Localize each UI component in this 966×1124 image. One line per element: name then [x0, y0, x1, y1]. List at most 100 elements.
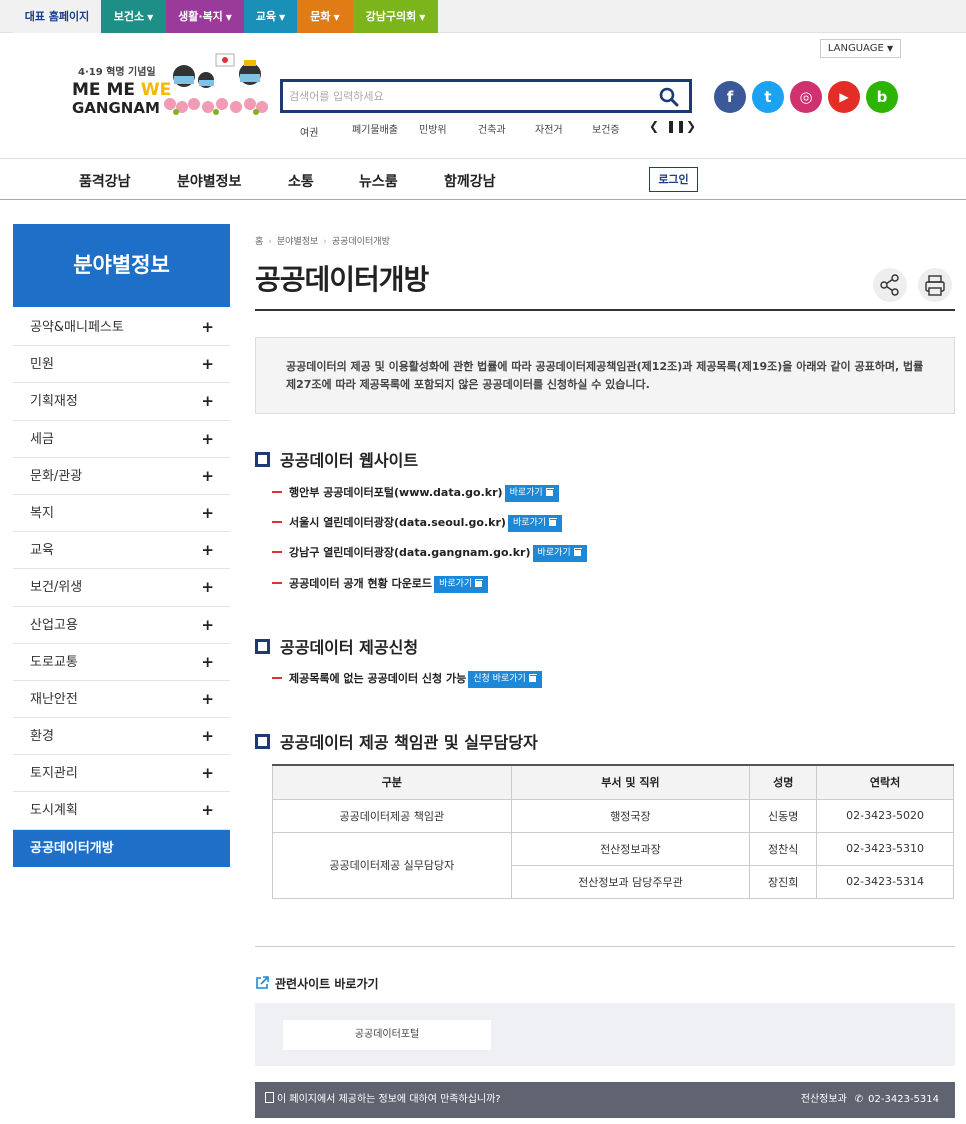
sidebar-item-urban-planning[interactable]: 도시계획 + — [13, 792, 230, 830]
youtube-icon[interactable]: ▶ — [828, 81, 860, 113]
sidebar-item-label: 도로교통 — [30, 654, 78, 670]
gnb-item-communication[interactable]: 소통 — [288, 171, 314, 191]
caret-down-icon: ▼ — [147, 13, 154, 22]
phone-icon: ✆ — [854, 1094, 864, 1105]
sidebar-item-label: 문화/관광 — [30, 468, 83, 484]
breadcrumb-current: 공공데이터개방 — [331, 237, 390, 247]
table-header-row: 구분 부서 및 직위 성명 연락처 — [272, 764, 954, 800]
gnb-item-newsroom[interactable]: 뉴스룸 — [359, 171, 398, 191]
list-item: 서울시 열린데이터광장(data.seoul.go.kr) 바로가기 — [272, 514, 563, 532]
cell-phone: 02-3423-5314 — [816, 864, 954, 899]
keyword-label: 여권 — [300, 128, 319, 139]
gnb-item-together[interactable]: 함께강남 — [444, 171, 496, 191]
instagram-icon[interactable]: ◎ — [790, 81, 822, 113]
logo-illustration-icon — [164, 53, 268, 115]
sidebar-item-manifesto[interactable]: 공약&매니페스토 + — [13, 309, 230, 347]
chevron-right-icon[interactable]: ❯ — [686, 119, 696, 133]
logo-tagline: 4·19 혁명 기념일 — [78, 67, 156, 78]
plus-icon: + — [201, 541, 214, 560]
plus-icon: + — [201, 466, 214, 485]
sidebar-item-welfare[interactable]: 복지 + — [13, 495, 230, 533]
keyword-link[interactable]: 보건증 — [592, 121, 620, 136]
sidebar-item-education[interactable]: 교육 + — [13, 532, 230, 570]
sidebar-item-safety[interactable]: 재난안전 + — [13, 681, 230, 719]
caret-down-icon: ▼ — [225, 13, 232, 22]
sidebar-item-environment[interactable]: 환경 + — [13, 718, 230, 756]
sidebar-item-civil[interactable]: 민원 + — [13, 346, 230, 384]
keyword-link[interactable]: 자전거 — [535, 121, 563, 136]
tab-culture[interactable]: 문화 ▼ — [297, 0, 353, 33]
language-select[interactable]: LANGUAGE ▼ — [820, 39, 901, 58]
sidebar-item-land[interactable]: 토지관리 + — [13, 755, 230, 793]
contact-dept: 전산정보과 — [800, 1094, 847, 1105]
gnb-item-field-info[interactable]: 분야별정보 — [177, 171, 241, 191]
dash-bullet-icon — [272, 521, 282, 523]
breadcrumb-home[interactable]: 홈 — [255, 237, 263, 247]
request-link-button[interactable]: 신청 바로가기 — [468, 670, 542, 688]
breadcrumb-section[interactable]: 분야별정보 — [277, 237, 318, 247]
sidebar-item-health[interactable]: 보건/위생 + — [13, 569, 230, 607]
keyword-link[interactable]: 폐기물배출 — [352, 121, 398, 136]
go-link-button[interactable]: 바로가기 — [532, 544, 587, 562]
go-link-label: 신청 바로가기 — [473, 673, 526, 684]
keyword-link[interactable]: 여권 — [300, 121, 318, 140]
go-link-button[interactable]: 바로가기 — [507, 514, 563, 532]
sidebar-item-label: 공공데이터개방 — [30, 840, 114, 856]
tab-label: 보건소 — [113, 10, 145, 23]
sidebar-item-planning[interactable]: 기획재정 + — [13, 383, 230, 421]
sidebar-item-open-data[interactable]: 공공데이터개방 — [13, 829, 230, 867]
list-item-label: 공공데이터 공개 현황 다운로드 — [289, 577, 433, 590]
sidebar-item-culture[interactable]: 문화/관광 + — [13, 458, 230, 495]
tab-main-homepage[interactable]: 대표 홈페이지 — [13, 0, 101, 33]
caret-down-icon: ▼ — [333, 13, 340, 22]
related-sites-label: 관련사이트 바로가기 — [275, 977, 379, 991]
blog-icon[interactable]: b — [866, 81, 898, 113]
external-link-icon — [545, 487, 554, 496]
cell-phone: 02-3423-5020 — [816, 798, 954, 833]
sidebar-item-employment[interactable]: 산업고용 + — [13, 607, 230, 644]
go-link-label: 바로가기 — [512, 517, 547, 528]
chevron-left-icon[interactable]: ❮ — [649, 119, 659, 133]
facebook-icon[interactable]: f — [714, 81, 746, 113]
twitter-icon[interactable]: t — [752, 81, 784, 113]
sidebar-item-label: 세금 — [30, 431, 54, 447]
main-navigation: 품격강남 분야별정보 소통 뉴스룸 함께강남 로그인 — [0, 158, 966, 200]
keyword-link[interactable]: 민방위 — [419, 121, 447, 136]
keyword-label: 폐기물배출 — [352, 125, 398, 136]
tab-life-welfare[interactable]: 생활·복지 ▼ — [166, 0, 244, 33]
keyword-link[interactable]: 건축과 — [478, 121, 506, 136]
popular-keywords: 여권 폐기물배출 민방위 건축과 자전거 보건증 ❮ ❚❚ ❯ — [300, 119, 700, 140]
list-item: 행안부 공공데이터포털(www.data.go.kr) 바로가기 — [272, 484, 559, 502]
site-logo[interactable]: 4·19 혁명 기념일 ME ME WE GANGNAM — [72, 52, 277, 118]
sidebar-item-label: 보건/위생 — [30, 580, 83, 596]
external-link-icon — [549, 517, 558, 526]
sidebar-item-tax[interactable]: 세금 + — [13, 421, 230, 458]
list-item-label: 서울시 열린데이터광장(data.seoul.go.kr) — [289, 516, 506, 529]
login-button[interactable]: 로그인 — [649, 167, 698, 192]
list-item: 제공목록에 없는 공공데이터 신청 가능 신청 바로가기 — [272, 670, 542, 688]
cell-name: 신동명 — [749, 798, 818, 833]
share-button[interactable] — [873, 268, 907, 302]
tab-health-center[interactable]: 보건소 ▼ — [101, 0, 166, 33]
sidebar-item-label: 기획재정 — [30, 394, 78, 410]
search-icon[interactable] — [659, 87, 679, 107]
pause-icon[interactable]: ❚❚ — [666, 119, 686, 133]
cell-dept: 행정국장 — [510, 798, 751, 833]
satisfaction-bar: 이 페이지에서 제공하는 정보에 대하여 만족하십니까? 전산정보과 ✆ 02-34… — [255, 1082, 955, 1118]
tab-education[interactable]: 교육 ▼ — [244, 0, 297, 33]
related-site-button[interactable]: 공공데이터포털 — [283, 1020, 491, 1050]
plus-icon: + — [201, 578, 214, 597]
dash-bullet-icon — [272, 677, 282, 679]
gnb-item-dignity-gangnam[interactable]: 품격강남 — [79, 171, 131, 191]
sidebar-item-traffic[interactable]: 도로교통 + — [13, 644, 230, 681]
external-link-icon — [528, 673, 537, 682]
sidebar-item-label: 복지 — [30, 505, 54, 521]
dash-bullet-icon — [272, 582, 282, 584]
search-input[interactable] — [289, 86, 649, 106]
print-button[interactable] — [918, 268, 952, 302]
tab-council[interactable]: 강남구의회 ▼ — [353, 0, 438, 33]
go-link-button[interactable]: 바로가기 — [434, 575, 489, 593]
go-link-button[interactable]: 바로가기 — [504, 484, 559, 502]
plus-icon: + — [201, 801, 214, 820]
search-box — [280, 79, 692, 113]
